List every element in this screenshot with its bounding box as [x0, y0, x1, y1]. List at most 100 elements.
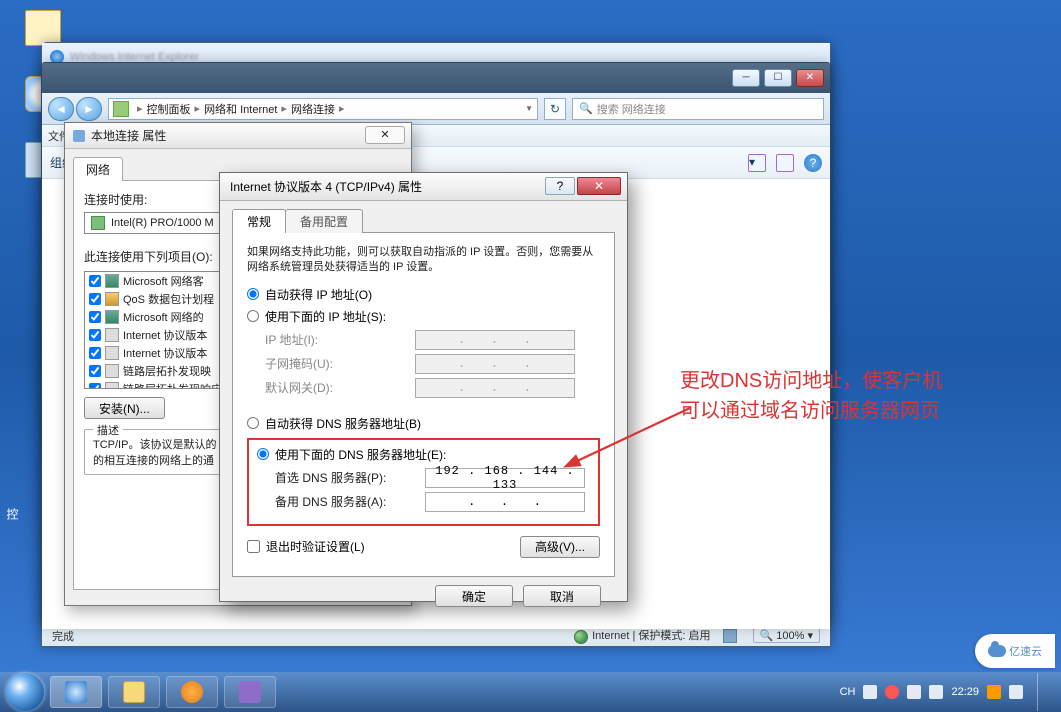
- item-chk-4[interactable]: [89, 347, 101, 359]
- item-chk-1[interactable]: [89, 293, 101, 305]
- wmp-taskbar-icon: [181, 681, 203, 703]
- zone-globe-icon: [574, 630, 588, 644]
- validate-checkbox[interactable]: [247, 540, 260, 553]
- task-app[interactable]: [224, 676, 276, 708]
- watermark: 亿速云: [975, 634, 1055, 668]
- tray-icon-1[interactable]: [863, 685, 877, 699]
- radio-ip-manual[interactable]: 使用下面的 IP 地址(S):: [247, 308, 600, 325]
- refresh-button[interactable]: ↻: [544, 98, 566, 120]
- annotation-text: 更改DNS访问地址，使客户机 可以通过域名访问服务器网页: [680, 366, 942, 426]
- lan-props-titlebar: 本地连接 属性 ✕: [65, 123, 411, 149]
- radio-ip-auto-input[interactable]: [247, 288, 259, 300]
- breadcrumb[interactable]: ▸ 控制面板▸ 网络和 Internet▸ 网络连接▸ ▼: [108, 98, 538, 120]
- radio-dns-auto-input[interactable]: [247, 417, 259, 429]
- radio-dns-manual-label: 使用下面的 DNS 服务器地址(E):: [275, 446, 446, 463]
- tab-general[interactable]: 常规: [232, 209, 286, 233]
- dns-alt-input[interactable]: . . .: [425, 492, 585, 512]
- bc-control-panel[interactable]: 控制面板: [147, 101, 191, 117]
- explorer-titlebar: ─ ☐ ✕: [42, 63, 830, 93]
- view-options-icon[interactable]: ▾: [748, 154, 766, 172]
- advanced-button[interactable]: 高级(V)...: [520, 536, 600, 558]
- item-icon: [105, 328, 119, 342]
- tray-network-icon[interactable]: [907, 685, 921, 699]
- tcpip-description: 如果网络支持此功能，则可以获取自动指派的 IP 设置。否则，您需要从网络系统管理…: [247, 245, 600, 276]
- explorer-taskbar-icon: [123, 681, 145, 703]
- item-icon: [105, 292, 119, 306]
- cancel-button[interactable]: 取消: [523, 585, 601, 607]
- bc-network-connections[interactable]: 网络连接: [291, 101, 335, 117]
- ok-button[interactable]: 确定: [435, 585, 513, 607]
- search-icon: 🔍: [579, 102, 593, 115]
- tray-icon-3[interactable]: [987, 685, 1001, 699]
- network-location-icon: [113, 101, 129, 117]
- item-icon: [105, 310, 119, 324]
- back-button[interactable]: ◄: [48, 97, 74, 121]
- maximize-button[interactable]: ☐: [764, 69, 792, 87]
- item-chk-6[interactable]: [89, 383, 101, 389]
- item-label: Internet 协议版本: [123, 345, 207, 361]
- minimize-button[interactable]: ─: [732, 69, 760, 87]
- radio-dns-auto[interactable]: 自动获得 DNS 服务器地址(B): [247, 415, 600, 432]
- task-explorer[interactable]: [108, 676, 160, 708]
- side-label: 控: [4, 508, 21, 520]
- adapter-icon: [91, 216, 105, 230]
- show-desktop-button[interactable]: [1037, 673, 1049, 711]
- radio-ip-auto[interactable]: 自动获得 IP 地址(O): [247, 286, 600, 303]
- item-chk-0[interactable]: [89, 275, 101, 287]
- forward-button[interactable]: ►: [76, 97, 102, 121]
- preview-pane-icon[interactable]: [776, 154, 794, 172]
- help-icon[interactable]: ?: [804, 154, 822, 172]
- radio-dns-auto-label: 自动获得 DNS 服务器地址(B): [265, 415, 421, 432]
- adapter-name: Intel(R) PRO/1000 M: [111, 217, 214, 229]
- dns-alt-label: 备用 DNS 服务器(A):: [275, 493, 425, 510]
- item-chk-2[interactable]: [89, 311, 101, 323]
- lan-props-close[interactable]: ✕: [365, 126, 405, 144]
- tcpip-properties-dialog: Internet 协议版本 4 (TCP/IPv4) 属性 ? ✕ 常规 备用配…: [219, 172, 628, 602]
- zoom-indicator[interactable]: 🔍 100% ▾: [753, 628, 820, 643]
- cloud-icon: [988, 645, 1006, 657]
- dns-pref-label: 首选 DNS 服务器(P):: [275, 469, 425, 486]
- tcpip-title: Internet 协议版本 4 (TCP/IPv4) 属性: [230, 178, 422, 195]
- system-tray: CH 22:29: [840, 673, 1055, 711]
- item-icon: [105, 346, 119, 360]
- radio-dns-manual[interactable]: 使用下面的 DNS 服务器地址(E):: [257, 446, 590, 463]
- breadcrumb-dropdown-icon[interactable]: ▼: [525, 104, 533, 113]
- item-chk-3[interactable]: [89, 329, 101, 341]
- radio-ip-manual-label: 使用下面的 IP 地址(S):: [265, 308, 386, 325]
- item-label: 链路层拓扑发现映: [123, 363, 211, 379]
- tray-icon-2[interactable]: [885, 685, 899, 699]
- task-wmp[interactable]: [166, 676, 218, 708]
- start-button[interactable]: [6, 673, 44, 711]
- explorer-nav: ◄ ► ▸ 控制面板▸ 网络和 Internet▸ 网络连接▸ ▼ ↻ 🔍 搜索…: [42, 93, 830, 125]
- ie-taskbar-icon: [65, 681, 87, 703]
- item-label: Internet 协议版本: [123, 327, 207, 343]
- radio-dns-manual-input[interactable]: [257, 448, 269, 460]
- item-label: QoS 数据包计划程: [123, 291, 214, 307]
- item-icon: [105, 364, 119, 378]
- tray-icon-4[interactable]: [1009, 685, 1023, 699]
- pin-icon: [73, 130, 85, 142]
- ime-indicator[interactable]: CH: [840, 686, 856, 698]
- item-chk-5[interactable]: [89, 365, 101, 377]
- taskbar: CH 22:29: [0, 672, 1061, 712]
- tray-volume-icon[interactable]: [929, 685, 943, 699]
- install-button[interactable]: 安装(N)...: [84, 397, 165, 419]
- taskbar-clock[interactable]: 22:29: [951, 686, 979, 698]
- validate-label: 退出时验证设置(L): [266, 538, 365, 555]
- ie-title-text: Windows Internet Explorer: [70, 51, 199, 63]
- search-box[interactable]: 🔍 搜索 网络连接: [572, 98, 824, 120]
- close-button[interactable]: ✕: [796, 69, 824, 87]
- tcpip-close-button[interactable]: ✕: [577, 177, 621, 195]
- dns-pref-input[interactable]: 192 . 168 . 144 . 133: [425, 468, 585, 488]
- radio-ip-auto-label: 自动获得 IP 地址(O): [265, 286, 372, 303]
- status-zone-text: Internet | 保护模式: 启用: [592, 630, 710, 642]
- dns-manual-group: 使用下面的 DNS 服务器地址(E): 首选 DNS 服务器(P): 192 .…: [247, 438, 600, 526]
- app-taskbar-icon: [239, 681, 261, 703]
- tab-network[interactable]: 网络: [73, 157, 123, 181]
- tcpip-help-button[interactable]: ?: [545, 177, 575, 195]
- radio-ip-manual-input[interactable]: [247, 310, 259, 322]
- bc-network-internet[interactable]: 网络和 Internet: [204, 101, 277, 117]
- tab-alternate[interactable]: 备用配置: [285, 209, 363, 233]
- lan-props-title: 本地连接 属性: [91, 127, 166, 144]
- task-ie[interactable]: [50, 676, 102, 708]
